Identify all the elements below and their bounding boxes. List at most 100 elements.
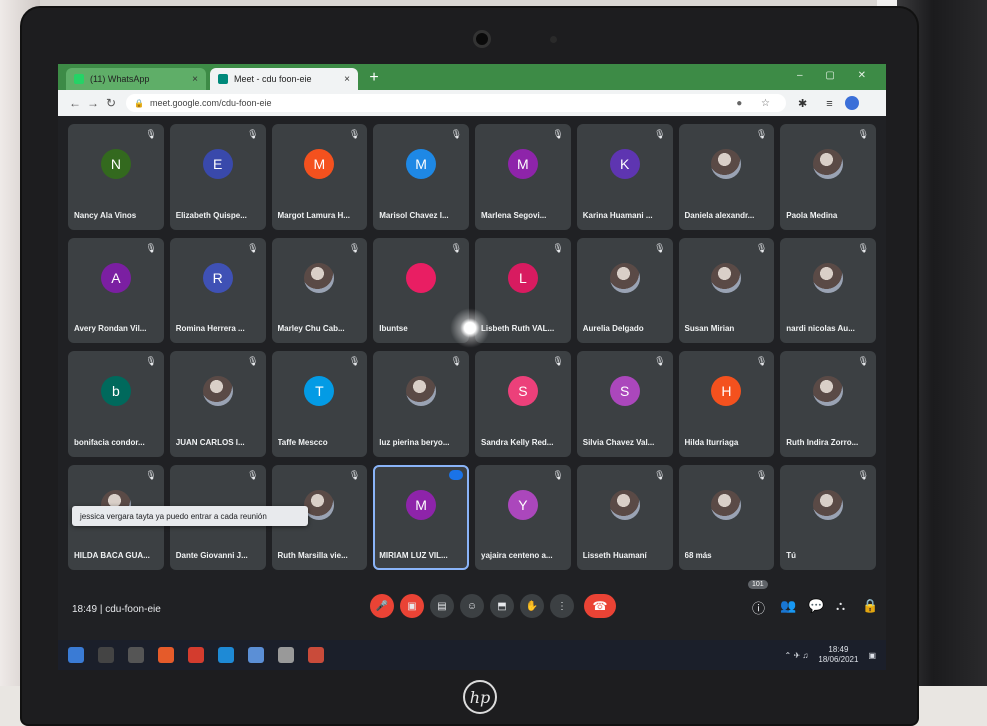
participant-tile[interactable]: K 🎙 Karina Huamani ... xyxy=(576,124,673,230)
tab-label: (11) WhatsApp xyxy=(90,74,150,84)
app-icon[interactable] xyxy=(308,647,324,663)
search-icon[interactable] xyxy=(98,647,114,663)
window-controls[interactable]: – ▢ ✕ xyxy=(797,70,876,81)
meet-icon xyxy=(218,74,228,84)
people-count-badge: 101 xyxy=(748,580,768,589)
participant-tile[interactable]: M 🎙 Marlena Segovi... xyxy=(475,124,571,230)
participant-tile[interactable]: 🎙 luz pierina beryo... xyxy=(373,351,469,457)
participant-name: Avery Rondan Vil... xyxy=(74,324,147,333)
mic-muted-icon: 🎙 xyxy=(755,242,768,253)
mic-muted-icon: 🎙 xyxy=(247,469,259,480)
meeting-code: cdu-foon-eie xyxy=(105,604,161,615)
participant-tile[interactable]: 🎙 JUAN CARLOS I... xyxy=(169,351,266,457)
more-options-button[interactable]: ⋮ xyxy=(550,594,574,618)
leave-call-button[interactable]: ☎ xyxy=(584,594,616,618)
mic-muted-icon: 🎙 xyxy=(755,469,768,480)
camera-off-button[interactable]: ▣ xyxy=(400,594,424,618)
profile-avatar[interactable] xyxy=(844,96,859,110)
mic-muted-icon: 🎙 xyxy=(857,242,869,253)
tab-meet[interactable]: Meet - cdu foon-eie × xyxy=(210,68,358,90)
participant-tile[interactable]: 🎙 68 más xyxy=(678,464,775,570)
mic-muted-icon: 🎙 xyxy=(145,242,157,253)
participant-tile[interactable]: 🎙 Paola Medina xyxy=(780,124,876,230)
participant-tile[interactable]: N 🎙 Nancy Ala Vinos xyxy=(68,124,164,230)
extensions-icon[interactable]: ✱ ≡ xyxy=(798,97,841,110)
avatar: A xyxy=(100,262,131,293)
back-icon[interactable]: ← xyxy=(66,96,84,110)
windows-start-icon[interactable] xyxy=(68,647,84,663)
tab-whatsapp[interactable]: (11) WhatsApp × xyxy=(66,68,206,90)
activities-icon[interactable]: ⛬ xyxy=(836,598,845,614)
notifications-icon[interactable]: ▣ xyxy=(868,651,876,660)
participant-name: HILDA BACA GUA... xyxy=(74,551,150,560)
participant-tile[interactable]: 🎙 Lisseth Huamaní xyxy=(576,464,673,570)
participant-tile[interactable]: 🎙 Susan Mirian xyxy=(678,237,775,343)
forward-icon[interactable]: → xyxy=(84,96,102,110)
participant-name: Nancy Ala Vinos xyxy=(74,210,137,220)
mic-muted-icon: 🎙 xyxy=(654,129,666,139)
mic-muted-icon: 🎙 xyxy=(654,356,666,366)
participant-tile[interactable]: A 🎙 Avery Rondan Vil... xyxy=(68,237,164,343)
participant-tile[interactable]: b 🎙 bonifacia condor... xyxy=(68,351,164,457)
close-tab-icon[interactable]: × xyxy=(192,74,198,85)
participant-name: Daniela alexandr... xyxy=(684,210,755,220)
participant-tile[interactable]: S 🎙 Sandra Kelly Red... xyxy=(475,351,571,457)
participant-tile[interactable]: 🎙 Daniela alexandr... xyxy=(678,124,775,230)
present-button[interactable]: ⬒ xyxy=(490,594,514,618)
new-tab-button[interactable]: + xyxy=(364,68,384,88)
chat-notification[interactable]: jessica vergara tayta ya puedo entrar a … xyxy=(72,506,308,526)
chat-icon[interactable]: 💬 xyxy=(808,598,824,614)
participant-tile[interactable]: Y 🎙 yajaira centeno a... xyxy=(475,464,571,570)
task-view-icon[interactable] xyxy=(128,647,144,663)
participant-tile[interactable]: 🎙 Aurelia Delgado xyxy=(576,237,673,343)
participant-tile[interactable]: 🎙 Ibuntse xyxy=(373,237,469,343)
lock-icon: 🔒 xyxy=(134,98,144,108)
tray-icons[interactable]: ⌃ ✈ ♫ xyxy=(785,651,809,660)
chrome-icon[interactable] xyxy=(188,647,204,663)
reload-icon[interactable]: ↻ xyxy=(102,96,120,110)
participant-tile[interactable]: M MIRIAM LUZ VIL... xyxy=(373,464,469,570)
participant-name: Lisseth Huamaní xyxy=(582,551,647,560)
avatar: K xyxy=(609,149,640,180)
participant-tile[interactable]: 🎙 nardi nicolas Au... xyxy=(780,237,876,343)
reactions-button[interactable]: ☺ xyxy=(460,594,484,618)
bookmark-star-icon[interactable]: ● ☆ xyxy=(736,98,778,109)
profile-photo xyxy=(406,376,437,407)
mic-muted-icon: 🎙 xyxy=(755,356,768,366)
participant-name: Lisbeth Ruth VAL... xyxy=(481,324,555,333)
raise-hand-button[interactable]: ✋ xyxy=(520,594,544,618)
participant-tile[interactable]: S 🎙 Silvia Chavez Val... xyxy=(576,351,673,457)
participant-tile[interactable]: H 🎙 Hilda Iturriaga xyxy=(678,351,775,457)
people-icon[interactable]: 👥 xyxy=(780,598,796,614)
mic-off-button[interactable]: 🎤 xyxy=(370,594,394,618)
webcam-icon xyxy=(473,30,491,48)
mic-muted-icon: 🎙 xyxy=(552,356,564,366)
host-controls-icon[interactable]: 🔒 xyxy=(862,598,878,614)
avatar: b xyxy=(100,376,131,407)
participant-tile[interactable]: 🎙 Ruth Indira Zorro... xyxy=(780,351,876,457)
app-icon[interactable] xyxy=(248,647,264,663)
participant-tile[interactable]: 🎙 Marley Chu Cab... xyxy=(271,237,368,343)
participant-tile[interactable]: M 🎙 Marisol Chavez I... xyxy=(373,124,469,230)
participant-tile[interactable]: E 🎙 Elizabeth Quispe... xyxy=(169,124,266,230)
taskbar-clock[interactable]: 18:49 18/06/2021 xyxy=(818,645,858,665)
participant-tile[interactable]: M 🎙 Margot Lamura H... xyxy=(271,124,368,230)
clock-time: 18:49 xyxy=(828,645,849,654)
address-bar[interactable]: 🔒 meet.google.com/cdu-foon-eie ● ☆ xyxy=(126,94,786,112)
app-icon[interactable] xyxy=(278,647,294,663)
mic-muted-icon: 🎙 xyxy=(857,356,869,366)
close-tab-icon[interactable]: × xyxy=(344,74,350,85)
info-icon[interactable]: ⓘ xyxy=(752,598,765,617)
mic-muted-icon: 🎙 xyxy=(247,356,259,366)
participant-tile[interactable]: 🎙 Tú xyxy=(780,464,876,570)
participant-name: Ruth Indira Zorro... xyxy=(786,437,859,447)
edge-icon[interactable] xyxy=(218,647,234,663)
profile-photo xyxy=(304,262,335,293)
firefox-icon[interactable] xyxy=(158,647,174,663)
avatar: N xyxy=(100,149,131,180)
participant-tile[interactable]: R 🎙 Romina Herrera ... xyxy=(169,237,266,343)
mic-muted-icon: 🎙 xyxy=(654,242,666,253)
participant-tile[interactable]: T 🎙 Taffe Mescco xyxy=(271,351,368,457)
participant-tile[interactable]: L 🎙 Lisbeth Ruth VAL... xyxy=(475,237,571,343)
captions-button[interactable]: ▤ xyxy=(430,594,454,618)
